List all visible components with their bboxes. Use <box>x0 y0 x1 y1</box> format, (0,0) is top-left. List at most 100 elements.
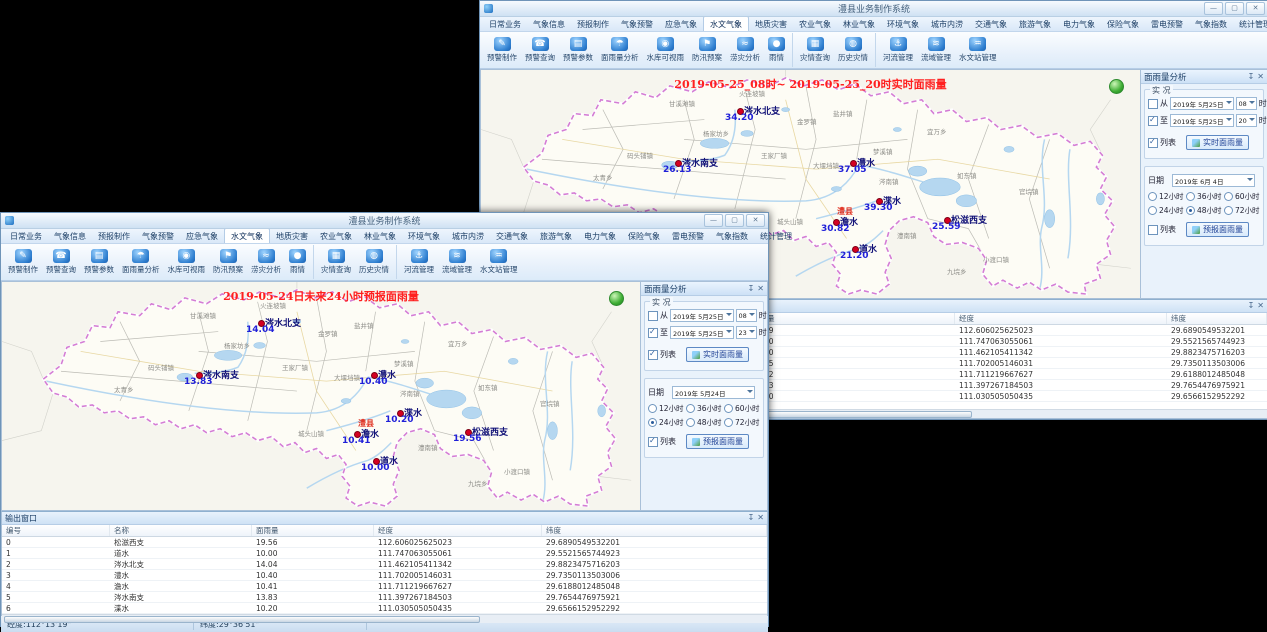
ribbon-tab[interactable]: 统计管理 <box>754 229 798 243</box>
close-button[interactable]: ✕ <box>746 214 765 227</box>
to-checkbox[interactable] <box>648 328 658 338</box>
to-date-combo[interactable]: 2019年 5月25日 <box>1170 114 1234 127</box>
toolbar-button[interactable]: ♒ 水文站管理 <box>955 33 1001 67</box>
toolbar-button[interactable]: ☎ 预警查询 <box>521 33 559 67</box>
ribbon-tab[interactable]: 应急气象 <box>659 17 703 31</box>
duration-radio[interactable]: 24小时 <box>1148 205 1184 216</box>
table-row[interactable]: 2 涔水北支 14.04 111.462105411342 29.8823475… <box>2 559 767 570</box>
pin-icon[interactable]: ↧ <box>748 284 755 294</box>
pin-icon[interactable]: ↧ <box>1248 301 1255 311</box>
column-header[interactable]: 纬度 <box>1167 313 1267 324</box>
ribbon-tab[interactable]: 林业气象 <box>837 17 881 31</box>
ribbon-tab[interactable]: 环境气象 <box>402 229 446 243</box>
duration-radio[interactable]: 60小时 <box>724 403 760 414</box>
minimize-button[interactable]: — <box>1204 2 1223 15</box>
ribbon-tab[interactable]: 农业气象 <box>793 17 837 31</box>
forecast-date-combo[interactable]: 2019年 6月 4日 <box>1172 174 1255 187</box>
close-icon[interactable]: ✕ <box>1257 301 1264 311</box>
list2-checkbox[interactable] <box>1148 225 1158 235</box>
map-area[interactable]: 2019-05-24日未来24小时预报面雨量 甘溪滩镇火连坡镇码头铺镇太青乡王家… <box>1 281 641 511</box>
column-header[interactable]: 编号 <box>2 525 110 536</box>
toolbar-button[interactable]: ☎ 预警查询 <box>42 245 80 279</box>
toolbar-button[interactable]: ⚓ 河流管理 <box>400 245 438 279</box>
toolbar-button[interactable]: ≋ 流域管理 <box>438 245 476 279</box>
actual-rain-button[interactable]: 实时面雨量 <box>686 347 749 362</box>
ribbon-tab[interactable]: 交通气象 <box>490 229 534 243</box>
toolbar-button[interactable]: ⚑ 防汛预案 <box>688 33 726 67</box>
ribbon-tab[interactable]: 气象指数 <box>710 229 754 243</box>
maximize-button[interactable]: ▢ <box>725 214 744 227</box>
ribbon-tab[interactable]: 水文气象 <box>224 228 270 243</box>
pin-icon[interactable]: ↧ <box>1248 72 1255 82</box>
ribbon-tab[interactable]: 日常业务 <box>4 229 48 243</box>
toolbar-button[interactable]: ◉ 水库可视雨 <box>164 245 210 279</box>
ribbon-tab[interactable]: 气象预警 <box>136 229 180 243</box>
column-header[interactable]: 面雨量 <box>748 313 955 324</box>
list2-checkbox[interactable] <box>648 437 658 447</box>
toolbar-button[interactable]: ♒ 水文站管理 <box>476 245 522 279</box>
toolbar-button[interactable]: ◉ 水库可视雨 <box>643 33 689 67</box>
close-button[interactable]: ✕ <box>1246 2 1265 15</box>
ribbon-tab[interactable]: 保险气象 <box>622 229 666 243</box>
titlebar[interactable]: 澧县业务制作系统 — ▢ ✕ <box>480 1 1267 17</box>
duration-radio[interactable]: 60小时 <box>1224 191 1260 202</box>
toolbar-button[interactable]: ● 雨情 <box>764 33 793 67</box>
toolbar-button[interactable]: ◍ 历史灾情 <box>355 245 397 279</box>
horizontal-scrollbar[interactable] <box>2 614 767 623</box>
ribbon-tab[interactable]: 农业气象 <box>314 229 358 243</box>
duration-radio[interactable]: 72小时 <box>1224 205 1260 216</box>
close-icon[interactable]: ✕ <box>757 284 764 294</box>
close-icon[interactable]: ✕ <box>1257 72 1264 82</box>
duration-radio[interactable]: 36小时 <box>1186 191 1222 202</box>
table-row[interactable]: 1 道水 10.00 111.747063055061 29.552156574… <box>2 548 767 559</box>
toolbar-button[interactable]: ⚑ 防汛预案 <box>209 245 247 279</box>
toolbar-button[interactable]: ▤ 预警参数 <box>80 245 118 279</box>
forecast-rain-button[interactable]: 预报面雨量 <box>1186 222 1249 237</box>
duration-radio[interactable]: 72小时 <box>724 417 760 428</box>
ribbon-tab[interactable]: 地质灾害 <box>270 229 314 243</box>
to-hour-combo[interactable]: 23 <box>736 326 757 339</box>
column-header[interactable]: 面雨量 <box>252 525 374 536</box>
from-checkbox[interactable] <box>1148 99 1158 109</box>
ribbon-tab[interactable]: 气象信息 <box>48 229 92 243</box>
close-icon[interactable]: ✕ <box>757 513 764 523</box>
table-row[interactable]: 4 澹水 10.41 111.711219667627 29.618801248… <box>2 581 767 592</box>
column-header[interactable]: 经度 <box>955 313 1167 324</box>
ribbon-tab[interactable]: 雷电预警 <box>1145 17 1189 31</box>
to-hour-combo[interactable]: 20 <box>1236 114 1257 127</box>
table-row[interactable]: 0 松滋西支 19.56 112.606025625023 29.6890549… <box>2 537 767 548</box>
ribbon-tab[interactable]: 交通气象 <box>969 17 1013 31</box>
column-header[interactable]: 经度 <box>374 525 542 536</box>
toolbar-button[interactable]: ✎ 预警制作 <box>483 33 521 67</box>
ribbon-tab[interactable]: 环境气象 <box>881 17 925 31</box>
table-row[interactable]: 6 渫水 10.20 111.030505050435 29.656615295… <box>2 603 767 614</box>
ribbon-tab[interactable]: 预报制作 <box>571 17 615 31</box>
table-row[interactable]: 3 澧水 10.40 111.702005146031 29.735011350… <box>2 570 767 581</box>
toolbar-button[interactable]: ▦ 灾情查询 <box>796 33 834 67</box>
map-refresh-button[interactable] <box>609 291 624 306</box>
from-date-combo[interactable]: 2019年 5月25日 <box>1170 97 1234 110</box>
ribbon-tab[interactable]: 电力气象 <box>1057 17 1101 31</box>
ribbon-tab[interactable]: 林业气象 <box>358 229 402 243</box>
ribbon-tab[interactable]: 水文气象 <box>703 16 749 31</box>
toolbar-button[interactable]: ≈ 涝灾分析 <box>726 33 764 67</box>
map-refresh-button[interactable] <box>1109 79 1124 94</box>
forecast-date-combo[interactable]: 2019年 5月24日 <box>672 386 755 399</box>
minimize-button[interactable]: — <box>704 214 723 227</box>
ribbon-tab[interactable]: 预报制作 <box>92 229 136 243</box>
ribbon-tab[interactable]: 气象指数 <box>1189 17 1233 31</box>
from-checkbox[interactable] <box>648 311 658 321</box>
forecast-rain-button[interactable]: 预报面雨量 <box>686 434 749 449</box>
ribbon-tab[interactable]: 城市内涝 <box>925 17 969 31</box>
from-hour-combo[interactable]: 08 <box>736 309 757 322</box>
ribbon-tab[interactable]: 气象预警 <box>615 17 659 31</box>
scrollbar-thumb[interactable] <box>4 616 480 623</box>
duration-radio[interactable]: 48小时 <box>686 417 722 428</box>
toolbar-button[interactable]: ☂ 面雨量分析 <box>118 245 164 279</box>
to-checkbox[interactable] <box>1148 116 1158 126</box>
ribbon-tab[interactable]: 统计管理 <box>1233 17 1267 31</box>
table-row[interactable]: 5 涔水南支 13.83 111.397267184503 29.7654476… <box>2 592 767 603</box>
ribbon-tab[interactable]: 气象信息 <box>527 17 571 31</box>
toolbar-button[interactable]: ≈ 涝灾分析 <box>247 245 285 279</box>
duration-radio[interactable]: 48小时 <box>1186 205 1222 216</box>
